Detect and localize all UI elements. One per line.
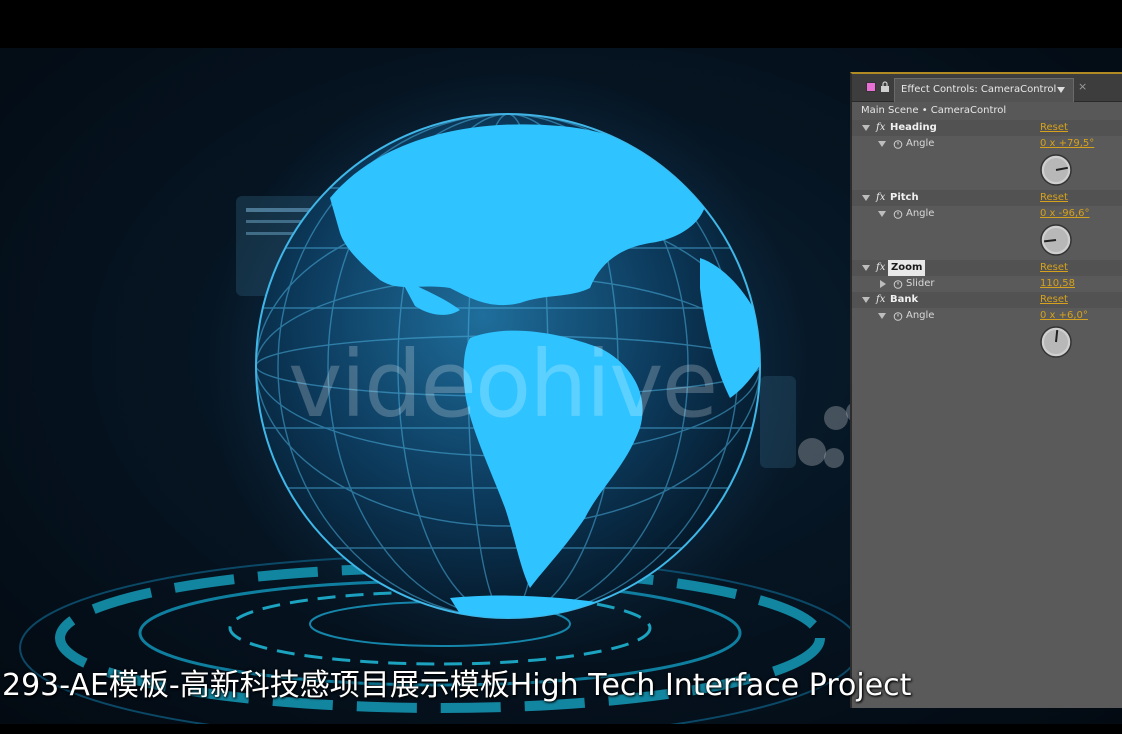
twirl-down-icon[interactable] <box>862 125 870 131</box>
effect-name: Bank <box>890 294 919 305</box>
property-name: Angle <box>906 138 935 149</box>
property-row: Angle 0 x +79,5° <box>852 136 1122 152</box>
chevron-down-icon[interactable] <box>1057 87 1065 93</box>
breadcrumb: Main Scene • CameraControl <box>852 102 1122 120</box>
effect-name: Heading <box>890 122 937 133</box>
angle-dial[interactable] <box>1038 152 1074 188</box>
twirl-down-icon[interactable] <box>862 265 870 271</box>
effect-row-heading[interactable]: fx Heading Reset <box>852 120 1122 136</box>
panel-tab-bar: Effect Controls: CameraControl × <box>852 74 1122 102</box>
effect-row-zoom[interactable]: fx Zoom Reset <box>852 260 1122 276</box>
property-row: Angle 0 x +6,0° <box>852 308 1122 324</box>
angle-dial-row <box>852 222 1122 260</box>
reset-link[interactable]: Reset <box>1040 260 1068 276</box>
stopwatch-icon[interactable] <box>893 209 903 219</box>
effect-row-bank[interactable]: fx Bank Reset <box>852 292 1122 308</box>
angle-dial[interactable] <box>1038 222 1074 258</box>
reset-link[interactable]: Reset <box>1040 120 1068 136</box>
twirl-down-icon[interactable] <box>878 211 886 217</box>
angle-dial-row <box>852 152 1122 190</box>
fx-icon[interactable]: fx <box>876 190 885 206</box>
reset-link[interactable]: Reset <box>1040 292 1068 308</box>
twirl-down-icon[interactable] <box>878 141 886 147</box>
property-name: Slider <box>906 278 935 289</box>
property-name: Angle <box>906 310 935 321</box>
effect-row-pitch[interactable]: fx Pitch Reset <box>852 190 1122 206</box>
property-name: Angle <box>906 208 935 219</box>
property-value[interactable]: 0 x +6,0° <box>1040 308 1088 324</box>
subtitle-caption: 293-AE模板-高新科技感项目展示模板High Tech Interface … <box>2 668 912 703</box>
twirl-down-icon[interactable] <box>878 313 886 319</box>
fx-icon[interactable]: fx <box>876 292 885 308</box>
tab-effect-controls[interactable]: Effect Controls: CameraControl <box>894 78 1074 102</box>
label-color-chip[interactable] <box>866 82 876 92</box>
letterbox-top <box>0 0 1122 48</box>
tab-title: Effect Controls: CameraControl <box>901 84 1057 95</box>
stopwatch-icon[interactable] <box>893 279 903 289</box>
twirl-right-icon[interactable] <box>880 280 886 288</box>
effect-name: Zoom <box>888 260 926 276</box>
property-row: Slider 110,58 <box>852 276 1122 292</box>
property-value[interactable]: 0 x +79,5° <box>1040 136 1094 152</box>
watermark-text: videohive <box>288 331 718 438</box>
property-value[interactable]: 0 x -96,6° <box>1040 206 1090 222</box>
property-value[interactable]: 110,58 <box>1040 276 1075 292</box>
angle-dial-row <box>852 324 1122 362</box>
stopwatch-icon[interactable] <box>893 311 903 321</box>
stopwatch-icon[interactable] <box>893 139 903 149</box>
effect-name: Pitch <box>890 192 919 203</box>
property-row: Angle 0 x -96,6° <box>852 206 1122 222</box>
fx-icon[interactable]: fx <box>876 260 885 276</box>
twirl-down-icon[interactable] <box>862 297 870 303</box>
angle-dial[interactable] <box>1038 324 1074 360</box>
letterbox-bottom <box>0 724 1122 734</box>
reset-link[interactable]: Reset <box>1040 190 1068 206</box>
lock-icon[interactable] <box>880 81 890 93</box>
effect-controls-panel[interactable]: Effect Controls: CameraControl × Main Sc… <box>850 72 1122 708</box>
twirl-down-icon[interactable] <box>862 195 870 201</box>
close-icon[interactable]: × <box>1078 81 1087 93</box>
fx-icon[interactable]: fx <box>876 120 885 136</box>
